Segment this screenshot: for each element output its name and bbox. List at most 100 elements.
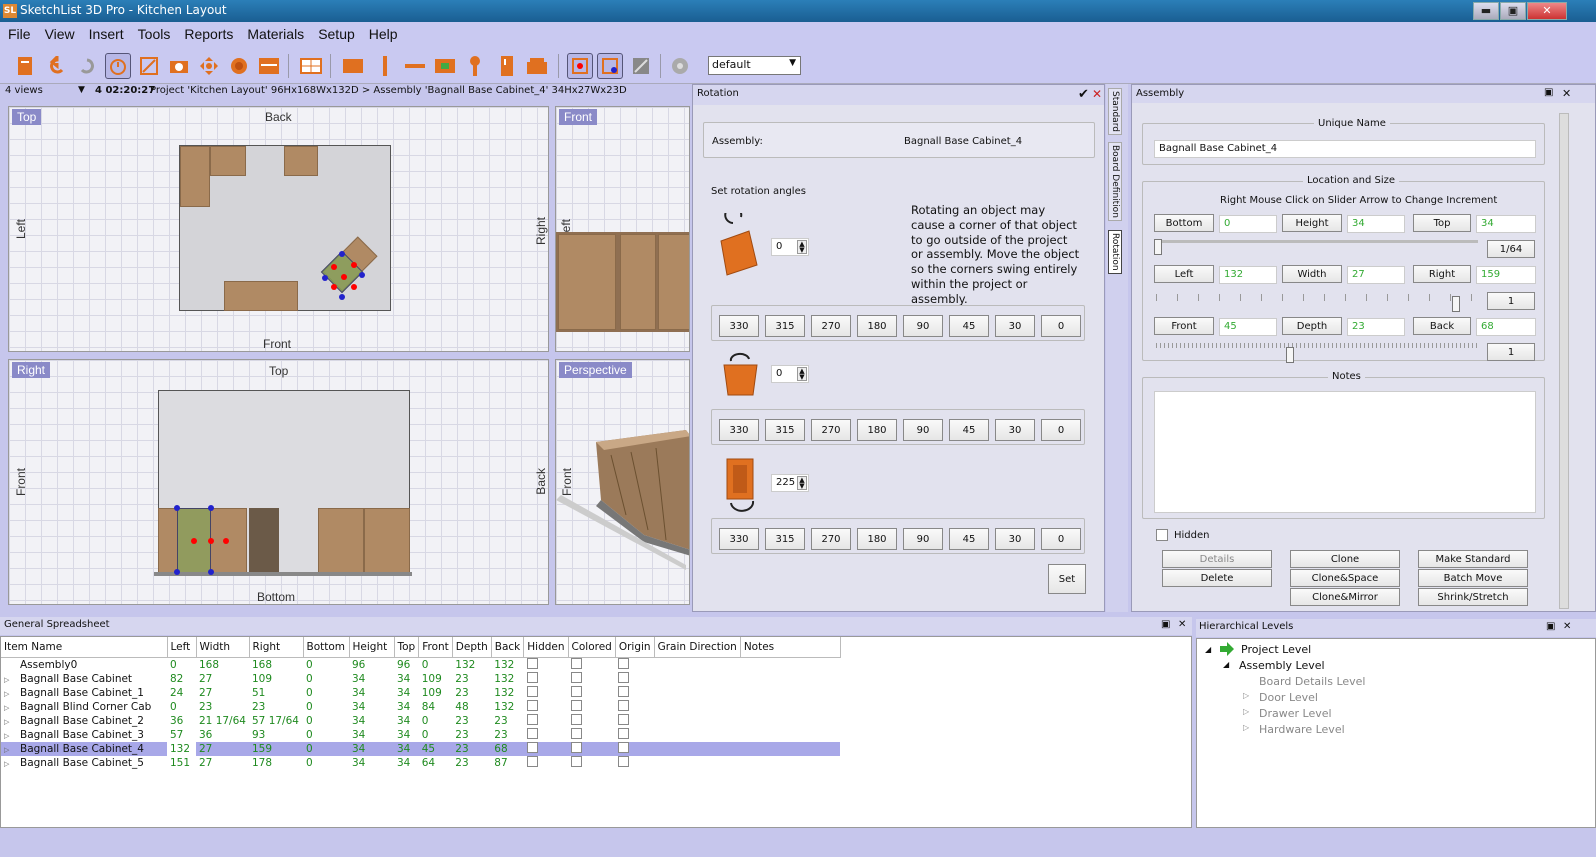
cell-value[interactable]: 23 bbox=[452, 686, 491, 700]
hierarchy-tree[interactable]: ◢ Project Level ◢ Assembly Level Board D… bbox=[1196, 638, 1596, 828]
colored-checkbox[interactable] bbox=[571, 713, 583, 725]
col-depth[interactable]: Depth bbox=[452, 637, 492, 657]
close-button[interactable]: ✕ bbox=[1527, 2, 1567, 20]
hidden-checkbox[interactable] bbox=[526, 685, 538, 697]
camera-icon[interactable] bbox=[166, 53, 192, 79]
cell-value[interactable]: 23 bbox=[452, 672, 491, 686]
col-colored[interactable]: Colored bbox=[568, 637, 616, 657]
colored-checkbox[interactable] bbox=[571, 685, 583, 697]
preset-0-button[interactable]: 0 bbox=[1041, 528, 1081, 550]
expand-icon[interactable]: ▷ bbox=[4, 746, 20, 754]
width-slider-track[interactable] bbox=[1156, 294, 1478, 301]
preset-180-button[interactable]: 180 bbox=[857, 315, 897, 337]
left-button[interactable]: Left bbox=[1154, 265, 1214, 283]
front-button[interactable]: Front bbox=[1154, 317, 1214, 335]
cabinet[interactable] bbox=[620, 234, 656, 330]
menu-help[interactable]: Help bbox=[361, 22, 404, 42]
menu-file[interactable]: File bbox=[0, 22, 37, 42]
increment-button[interactable]: 1/64 bbox=[1487, 240, 1535, 258]
cell-value[interactable]: 151 bbox=[167, 756, 196, 770]
tape-roll-icon[interactable] bbox=[668, 53, 694, 79]
cell-value[interactable]: 0 bbox=[419, 714, 453, 728]
cell-value[interactable]: 34 bbox=[394, 700, 419, 714]
preset-0-button[interactable]: 0 bbox=[1041, 315, 1081, 337]
cabinet[interactable] bbox=[284, 146, 318, 176]
cell-value[interactable]: 168 bbox=[196, 657, 249, 672]
cell-value[interactable]: 57 bbox=[167, 728, 196, 742]
cell-value[interactable]: 132 bbox=[452, 657, 491, 672]
close-icon[interactable]: ✕ bbox=[1562, 87, 1571, 100]
table-row[interactable]: ▷ Bagnall Blind Corner Cab 0 23 23 0 34 34 84 48 1… bbox=[1, 699, 840, 714]
preset-270-button[interactable]: 270 bbox=[811, 419, 851, 441]
cell-value[interactable]: 34 bbox=[349, 714, 394, 728]
cell-value[interactable]: 109 bbox=[249, 672, 303, 686]
cell-value[interactable]: 34 bbox=[394, 728, 419, 742]
cell-value[interactable]: 36 bbox=[167, 714, 196, 728]
cell-value[interactable]: 27 bbox=[196, 742, 249, 756]
col-hidden[interactable]: Hidden bbox=[523, 637, 569, 657]
panel-icon[interactable] bbox=[432, 53, 458, 79]
increment-button[interactable]: 1 bbox=[1487, 343, 1535, 361]
table-row[interactable]: ▷ Bagnall Base Cabinet_3 57 36 93 0 34 34 0 23 23 bbox=[1, 727, 840, 742]
dimension-icon[interactable] bbox=[628, 53, 654, 79]
expand-icon[interactable]: ▷ bbox=[4, 690, 20, 698]
depth-slider-track[interactable] bbox=[1156, 343, 1478, 348]
collapse-icon[interactable]: ◢ bbox=[1205, 645, 1211, 654]
tree-item-board-details-level[interactable]: Board Details Level bbox=[1259, 675, 1366, 688]
origin-checkbox[interactable] bbox=[618, 699, 630, 711]
preset-45-button[interactable]: 45 bbox=[949, 419, 989, 441]
angle-y-spinner[interactable]: ▲ ▼ bbox=[797, 367, 807, 381]
preset-270-button[interactable]: 270 bbox=[811, 528, 851, 550]
cell-value[interactable]: 0 bbox=[303, 686, 349, 700]
cell-value[interactable]: 23 bbox=[452, 714, 491, 728]
cabinet[interactable] bbox=[658, 234, 689, 330]
new-document-icon[interactable] bbox=[12, 53, 38, 79]
cell-value[interactable]: 132 bbox=[491, 672, 524, 686]
pin-icon[interactable]: ▣ bbox=[1161, 619, 1170, 630]
drawer-icon[interactable] bbox=[524, 53, 550, 79]
cell-value[interactable]: 23 bbox=[452, 728, 491, 742]
clone-button[interactable]: Clone bbox=[1290, 550, 1400, 568]
undo-icon[interactable] bbox=[44, 53, 70, 79]
colored-checkbox[interactable] bbox=[571, 727, 583, 739]
front-input[interactable]: 45 bbox=[1219, 318, 1277, 336]
height-slider-thumb[interactable] bbox=[1154, 239, 1162, 255]
preset-30-button[interactable]: 30 bbox=[995, 419, 1035, 441]
tree-item-door-level[interactable]: Door Level bbox=[1259, 691, 1318, 704]
preset-90-button[interactable]: 90 bbox=[903, 528, 943, 550]
make-standard-button[interactable]: Make Standard bbox=[1418, 550, 1528, 568]
preset-270-button[interactable]: 270 bbox=[811, 315, 851, 337]
bottom-input[interactable]: 0 bbox=[1219, 215, 1277, 233]
cell-value[interactable]: 132 bbox=[491, 700, 524, 714]
hidden-checkbox[interactable] bbox=[526, 699, 538, 711]
height-button[interactable]: Height bbox=[1282, 214, 1342, 232]
close-icon[interactable]: ✕ bbox=[1563, 621, 1571, 632]
right-viewport[interactable]: Right Top Bottom Front Back bbox=[8, 359, 549, 605]
timer-icon[interactable] bbox=[105, 53, 131, 79]
cell-value[interactable]: 0 bbox=[167, 700, 196, 714]
board-icon[interactable] bbox=[340, 53, 366, 79]
hidden-checkbox[interactable] bbox=[1156, 529, 1168, 541]
cell-value[interactable]: 0 bbox=[419, 657, 453, 672]
expand-icon[interactable]: ▷ bbox=[4, 704, 20, 712]
menu-view[interactable]: View bbox=[37, 22, 81, 42]
preset-30-button[interactable]: 30 bbox=[995, 315, 1035, 337]
cabinet[interactable] bbox=[364, 508, 410, 574]
depth-button[interactable]: Depth bbox=[1282, 317, 1342, 335]
cell-value[interactable]: 34 bbox=[394, 714, 419, 728]
cell-value[interactable]: 27 bbox=[196, 672, 249, 686]
angle-z-spinner[interactable]: ▲ ▼ bbox=[797, 476, 807, 490]
col-grain-direction[interactable]: Grain Direction bbox=[654, 637, 741, 657]
hidden-checkbox[interactable] bbox=[526, 671, 538, 683]
bottom-button[interactable]: Bottom bbox=[1154, 214, 1214, 232]
colored-checkbox[interactable] bbox=[571, 671, 583, 683]
expand-icon[interactable]: ▷ bbox=[4, 676, 20, 684]
colored-checkbox[interactable] bbox=[571, 755, 583, 767]
drawing-icon[interactable] bbox=[136, 53, 162, 79]
pin-icon[interactable]: ▣ bbox=[1544, 87, 1553, 98]
horizontal-board-icon[interactable] bbox=[402, 53, 428, 79]
cell-value[interactable]: 24 bbox=[167, 686, 196, 700]
shrink-stretch-button[interactable]: Shrink/Stretch bbox=[1418, 588, 1528, 606]
preset-330-button[interactable]: 330 bbox=[719, 528, 759, 550]
col-width[interactable]: Width bbox=[196, 637, 250, 657]
